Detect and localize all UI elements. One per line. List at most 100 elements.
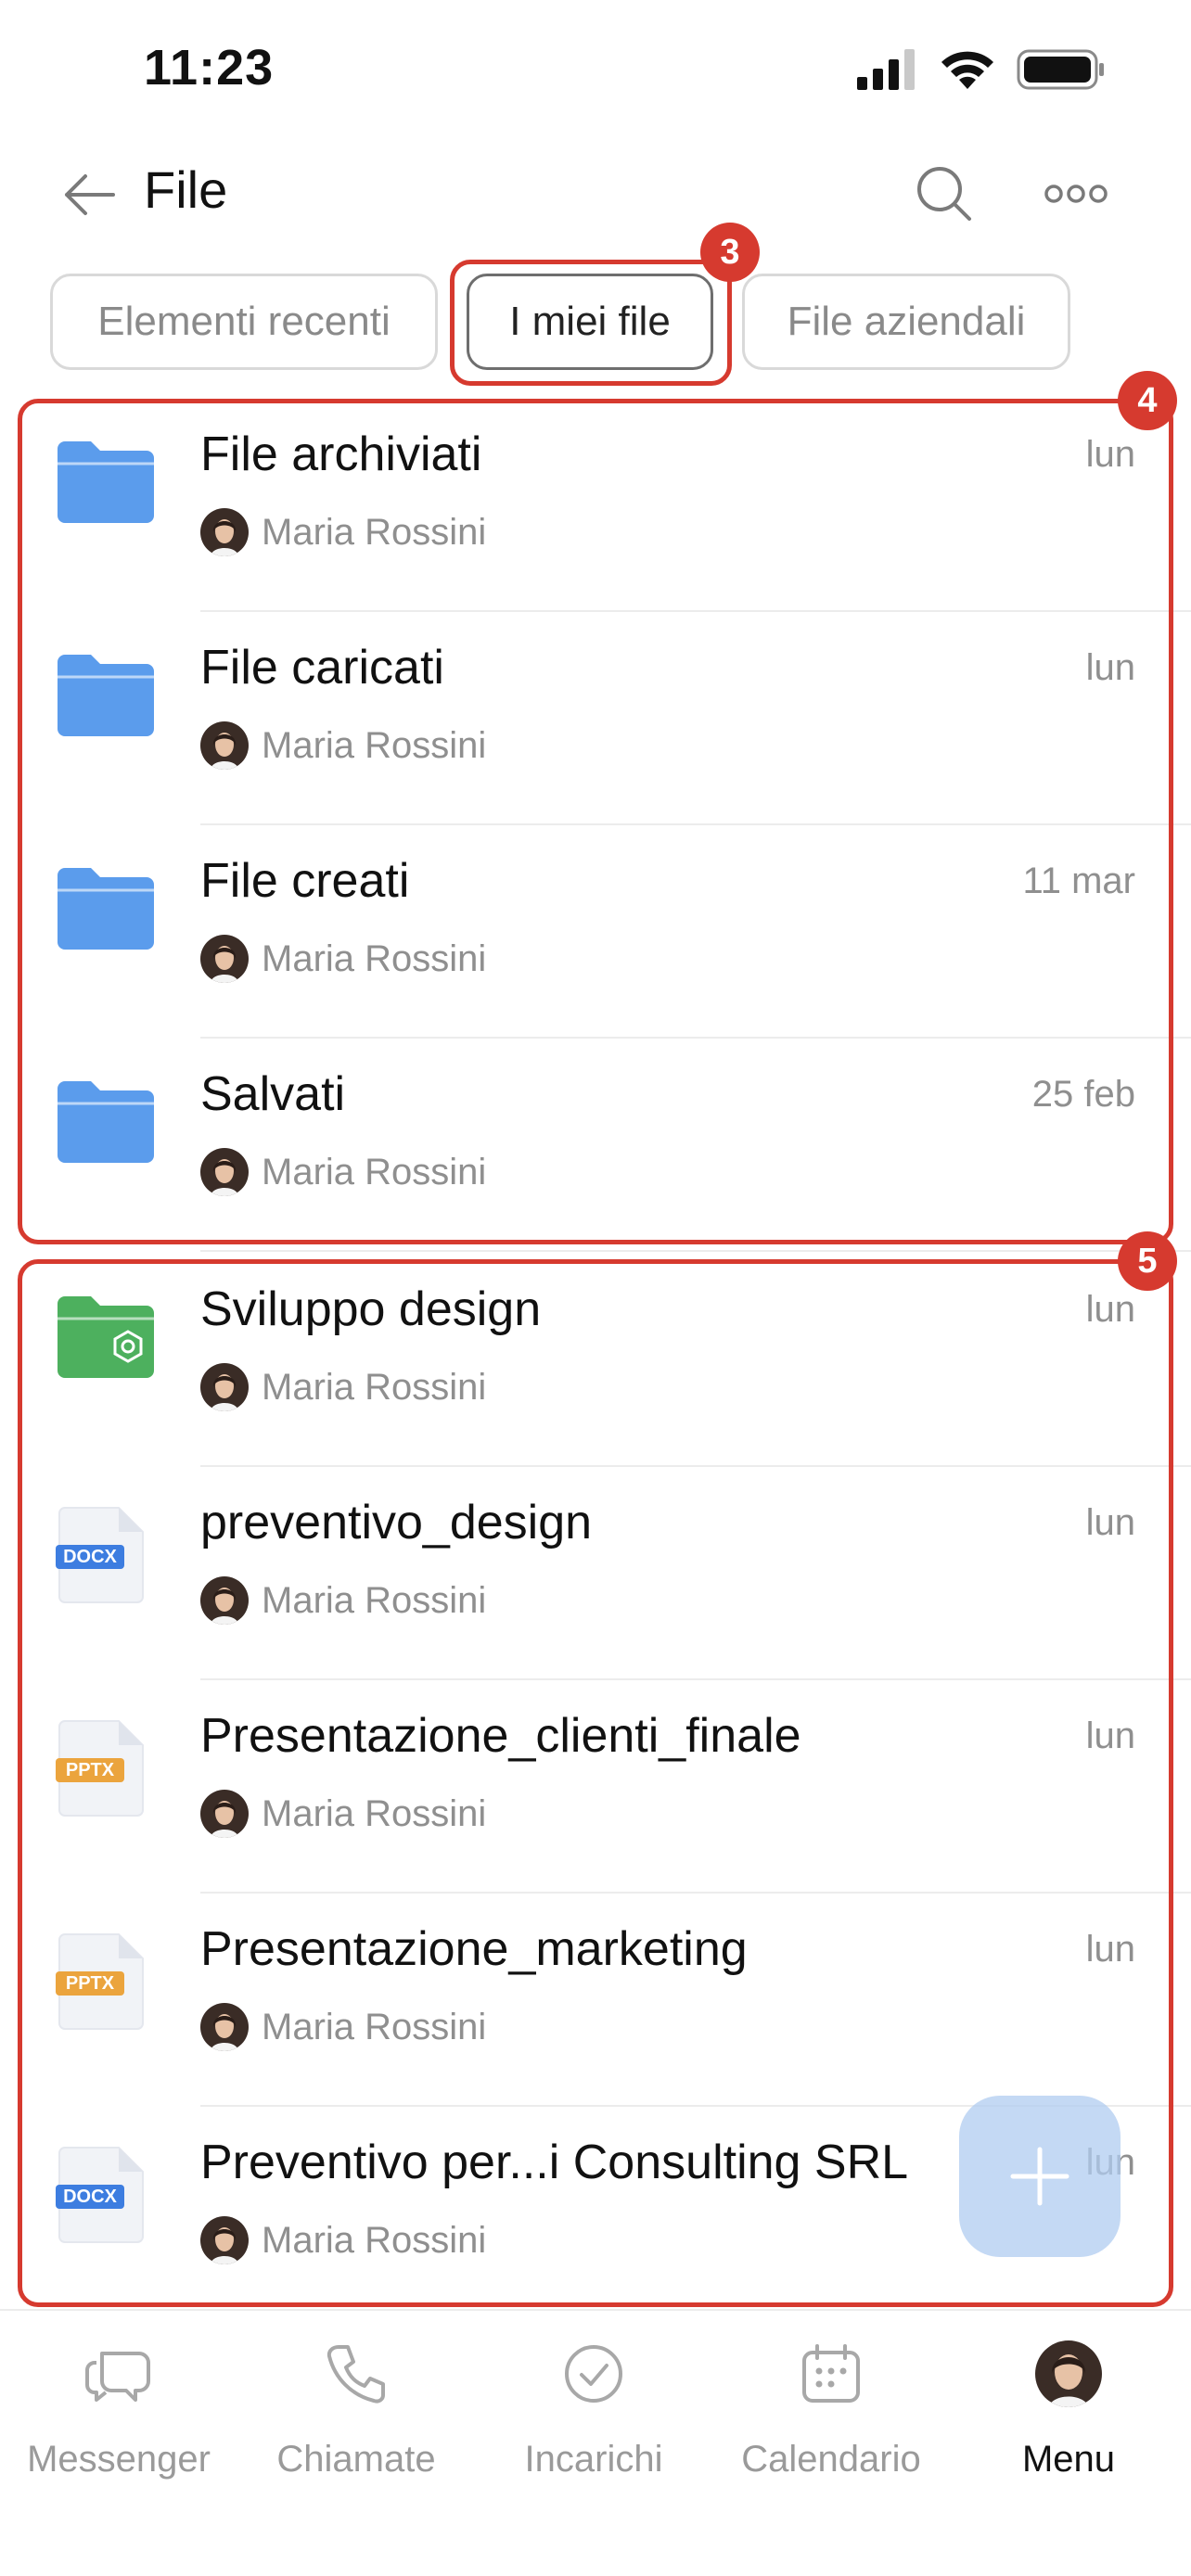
file-title: preventivo_design <box>200 1496 593 1549</box>
nav-label-tasks: Incarichi <box>524 2439 663 2480</box>
nav-label-menu: Menu <box>1021 2439 1116 2480</box>
file-date: lun <box>1085 1502 1135 1543</box>
search-icon <box>917 167 971 221</box>
owner-name: Maria Rossini <box>262 1579 487 1621</box>
owner: Maria Rossini <box>200 1790 486 1838</box>
tab-recent-items[interactable]: Elementi recenti <box>50 274 438 370</box>
nav-calls[interactable]: Chiamate <box>237 2337 475 2504</box>
file-date: lun <box>1085 1929 1135 1970</box>
status-bar: 11:23 <box>0 0 1191 139</box>
folder-icon <box>54 1076 158 1178</box>
avatar <box>200 1148 249 1196</box>
more-options-button[interactable] <box>1044 171 1108 217</box>
shared-folder-icon <box>54 1291 158 1393</box>
tab-bar: Elementi recenti I miei file File aziend… <box>0 274 1191 376</box>
folder-date: 25 feb <box>1031 1074 1135 1115</box>
owner: Maria Rossini <box>200 935 486 983</box>
battery-icon <box>1017 49 1104 90</box>
file-row[interactable]: Sviluppo design lun Maria Rossini <box>0 1254 1191 1467</box>
nav-label-calls: Chiamate <box>276 2439 436 2480</box>
folder-row[interactable]: Salvati 25 feb Maria Rossini <box>0 1039 1191 1252</box>
plus-icon <box>1010 2147 1069 2206</box>
owner-name: Maria Rossini <box>262 2219 487 2261</box>
owner: Maria Rossini <box>200 721 486 770</box>
owner: Maria Rossini <box>200 1576 486 1625</box>
file-type-badge: PPTX <box>65 1972 115 1994</box>
arrow-left-icon <box>65 174 115 215</box>
status-icons <box>857 48 1106 91</box>
owner: Maria Rossini <box>200 2003 486 2051</box>
folder-date: 11 mar <box>1022 861 1135 901</box>
owner-name: Maria Rossini <box>262 1792 487 1834</box>
nav-messenger[interactable]: Messenger <box>0 2337 237 2504</box>
docx-file-icon: DOCX <box>54 1504 158 1606</box>
avatar-icon <box>1031 2337 1106 2411</box>
avatar <box>200 721 249 770</box>
avatar <box>200 508 249 556</box>
file-type-badge: DOCX <box>63 2186 117 2207</box>
add-button[interactable] <box>959 2096 1121 2257</box>
folder-icon <box>54 649 158 751</box>
nav-tasks[interactable]: Incarichi <box>475 2337 712 2504</box>
avatar <box>200 1576 249 1625</box>
folder-row[interactable]: File archiviati lun Maria Rossini <box>0 399 1191 612</box>
pptx-file-icon: PPTX <box>54 1931 158 2033</box>
bottom-nav: Messenger Chiamate Incarichi Calendario … <box>0 2309 1191 2576</box>
status-time: 11:23 <box>144 40 275 96</box>
header: File <box>0 139 1191 250</box>
owner: Maria Rossini <box>200 1148 486 1196</box>
owner: Maria Rossini <box>200 2216 486 2264</box>
nav-menu[interactable]: Menu <box>950 2337 1187 2504</box>
file-date: lun <box>1085 1715 1135 1756</box>
wifi-icon <box>941 51 993 89</box>
phone-icon <box>319 2337 393 2411</box>
avatar <box>200 935 249 983</box>
chat-icon <box>82 2337 156 2411</box>
pptx-file-icon: PPTX <box>54 1717 158 1819</box>
annotation-badge-5: 5 <box>1118 1231 1177 1291</box>
file-row[interactable]: DOCX preventivo_design lun Maria Rossini <box>0 1467 1191 1680</box>
folder-title: Salvati <box>200 1067 346 1121</box>
folder-date: lun <box>1085 434 1135 475</box>
file-row[interactable]: PPTX Presentazione_marketing lun Maria Ross… <box>0 1894 1191 2107</box>
tab-company-files[interactable]: File aziendali <box>742 274 1070 370</box>
folder-date: lun <box>1085 647 1135 688</box>
check-circle-icon <box>557 2337 631 2411</box>
tab-my-files[interactable]: I miei file <box>467 274 713 370</box>
avatar <box>200 1363 249 1411</box>
file-type-badge: DOCX <box>63 1546 117 1567</box>
nav-label-messenger: Messenger <box>27 2439 211 2480</box>
file-title: Presentazione_marketing <box>200 1922 748 1976</box>
owner-name: Maria Rossini <box>262 511 487 553</box>
owner: Maria Rossini <box>200 1363 486 1411</box>
ellipsis-icon <box>1044 185 1108 203</box>
folder-row[interactable]: File caricati lun Maria Rossini <box>0 612 1191 825</box>
owner: Maria Rossini <box>200 508 486 556</box>
file-date: lun <box>1085 1289 1135 1330</box>
avatar <box>200 2216 249 2264</box>
owner-name: Maria Rossini <box>262 2006 487 2047</box>
folder-icon <box>54 436 158 538</box>
avatar <box>200 1790 249 1838</box>
annotation-badge-4: 4 <box>1118 371 1177 430</box>
owner-name: Maria Rossini <box>262 724 487 766</box>
cellular-signal-icon <box>857 49 915 90</box>
divider <box>200 1250 1191 1252</box>
back-button[interactable] <box>58 167 122 223</box>
folder-title: File caricati <box>200 641 444 695</box>
calendar-icon <box>794 2337 868 2411</box>
page-title: File <box>144 160 228 219</box>
owner-name: Maria Rossini <box>262 937 487 979</box>
folder-title: File creati <box>200 854 410 908</box>
file-title: Presentazione_clienti_finale <box>200 1709 801 1763</box>
search-button[interactable] <box>912 161 977 226</box>
file-title: Preventivo per...i Consulting SRL <box>200 2136 909 2189</box>
nav-calendar[interactable]: Calendario <box>712 2337 950 2504</box>
file-type-badge: PPTX <box>65 1759 115 1780</box>
folder-icon <box>54 862 158 964</box>
file-row[interactable]: PPTX Presentazione_clienti_finale lun Maria… <box>0 1680 1191 1894</box>
docx-file-icon: DOCX <box>54 2144 158 2246</box>
owner-name: Maria Rossini <box>262 1151 487 1192</box>
file-title: Sviluppo design <box>200 1282 542 1336</box>
folder-row[interactable]: File creati 11 mar Maria Rossini <box>0 825 1191 1039</box>
